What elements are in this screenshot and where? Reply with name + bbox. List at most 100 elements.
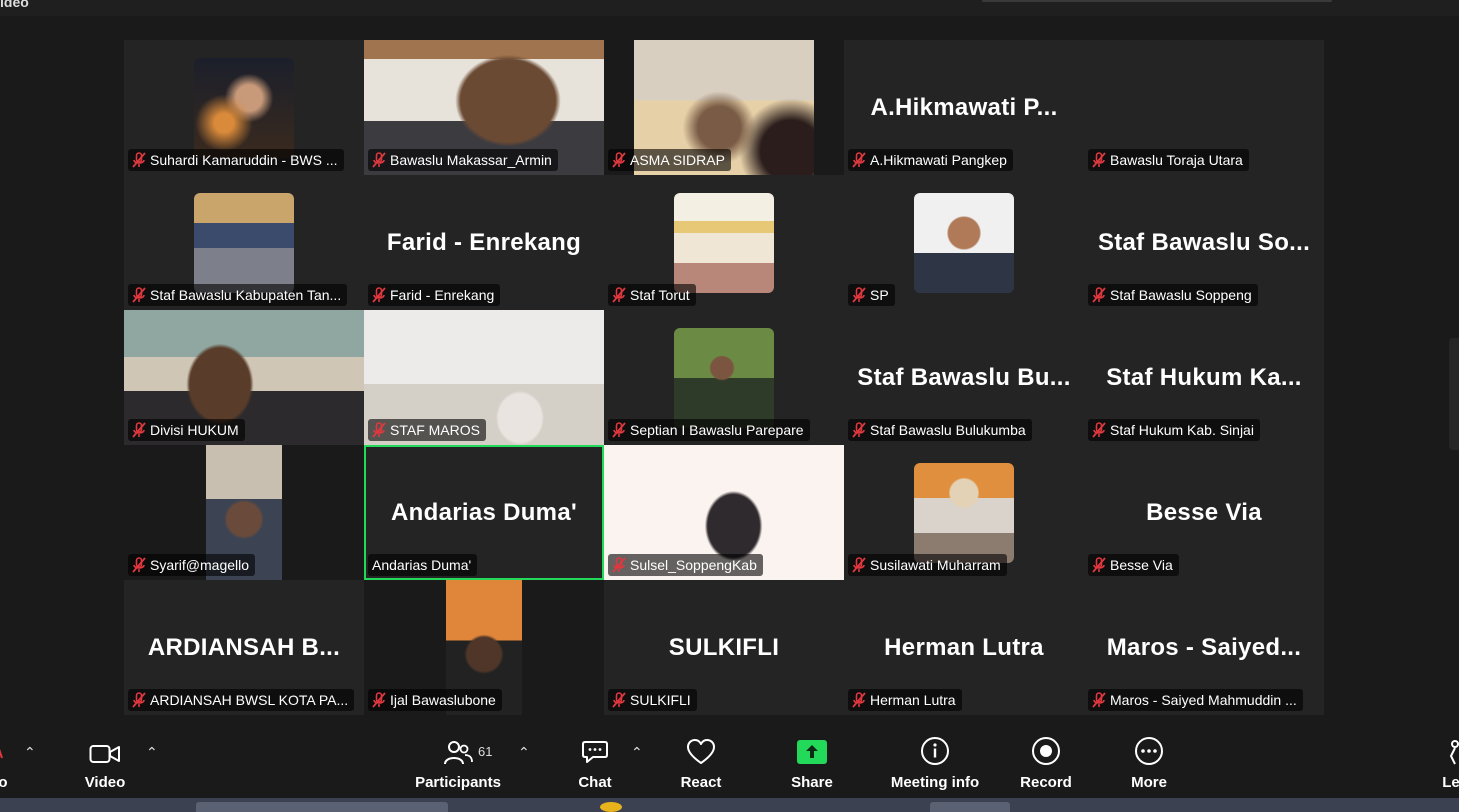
participant-tile[interactable]: Ijal Bawaslubone: [364, 580, 604, 715]
participant-display-name: SULKIFLI: [668, 633, 780, 661]
participants-button[interactable]: Participants: [412, 726, 504, 798]
participant-display-name: Staf Bawaslu Bu...: [857, 363, 1071, 391]
record-button[interactable]: Record: [1018, 726, 1074, 798]
participant-name: SULKIFLI: [630, 692, 691, 708]
video-button[interactable]: Video: [75, 726, 135, 798]
taskbar-app-icon[interactable]: [600, 802, 622, 812]
participants-icon: [444, 741, 473, 765]
participant-display-name: Staf Hukum Ka...: [1106, 363, 1302, 391]
chat-button[interactable]: Chat: [572, 726, 618, 798]
participant-name: Staf Torut: [630, 287, 690, 303]
audio-button[interactable]: o: [0, 726, 18, 798]
participant-tile[interactable]: Staf Hukum Ka... Staf Hukum Kab. Sinjai: [1084, 310, 1324, 445]
participant-nametag: A.Hikmawati Pangkep: [848, 149, 1013, 171]
more-label: More: [1131, 774, 1167, 791]
participant-tile[interactable]: ASMA SIDRAP: [604, 40, 844, 175]
participant-tile[interactable]: Septian I Bawaslu Parepare: [604, 310, 844, 445]
video-label: Video: [84, 774, 126, 791]
participants-options-chevron-icon[interactable]: ⌃: [518, 744, 530, 761]
microphone-muted-icon: [612, 422, 626, 438]
leave-label: Le: [1442, 774, 1459, 791]
participant-name: STAF MAROS: [390, 422, 480, 438]
search-box[interactable]: [982, 0, 1332, 2]
participant-name: Herman Lutra: [870, 692, 956, 708]
more-dots-icon: [1135, 737, 1163, 765]
participant-name: Ijal Bawaslubone: [390, 692, 496, 708]
participant-tile[interactable]: Besse Via Besse Via: [1084, 445, 1324, 580]
taskbar-item[interactable]: [196, 802, 448, 812]
participant-name: ARDIANSAH BWSL KOTA PA...: [150, 692, 349, 708]
participant-display-name: A.Hikmawati P...: [870, 93, 1058, 121]
participants-label: Participants: [415, 774, 501, 791]
participant-nametag: Suhardi Kamaruddin - BWS ...: [128, 149, 344, 171]
participant-tile[interactable]: STAF MAROS: [364, 310, 604, 445]
participant-nametag: Staf Bawaslu Bulukumba: [848, 419, 1032, 441]
participant-name: ASMA SIDRAP: [630, 152, 725, 168]
participant-tile[interactable]: Herman Lutra Herman Lutra: [844, 580, 1084, 715]
leave-button[interactable]: Le: [1436, 726, 1459, 798]
microphone-muted-icon: [372, 692, 386, 708]
audio-options-chevron-icon[interactable]: ⌃: [24, 744, 36, 761]
microphone-muted-icon: [852, 422, 866, 438]
participant-name: Staf Bawaslu Soppeng: [1110, 287, 1252, 303]
participant-tile[interactable]: Syarif@magello: [124, 445, 364, 580]
participant-tile[interactable]: Sulsel_SoppengKab: [604, 445, 844, 580]
share-label: Share: [791, 774, 833, 791]
meeting-info-label: Meeting info: [890, 774, 980, 791]
participant-nametag: Andarias Duma': [368, 554, 478, 576]
participant-tile[interactable]: Staf Bawaslu Kabupaten Tan...: [124, 175, 364, 310]
participant-video: [914, 193, 1014, 293]
microphone-muted-icon: [852, 287, 866, 303]
participant-tile[interactable]: ARDIANSAH B... ARDIANSAH BWSL KOTA PA...: [124, 580, 364, 715]
participant-tile[interactable]: Staf Torut: [604, 175, 844, 310]
participant-tile[interactable]: SULKIFLI SULKIFLI: [604, 580, 844, 715]
microphone-muted-icon: [1092, 287, 1106, 303]
window-titlebar: ideo: [0, 0, 1459, 16]
gallery-grid: Suhardi Kamaruddin - BWS ... Bawaslu Maka…: [124, 40, 1324, 715]
participant-display-name: Maros - Saiyed...: [1106, 633, 1302, 661]
participant-nametag: Divisi HUKUM: [128, 419, 245, 441]
participant-name: A.Hikmawati Pangkep: [870, 152, 1007, 168]
record-icon: [1032, 737, 1060, 765]
participant-nametag: Farid - Enrekang: [368, 284, 501, 306]
participant-nametag: Ijal Bawaslubone: [368, 689, 502, 711]
participant-tile[interactable]: Andarias Duma' Andarias Duma': [364, 445, 604, 580]
chat-options-chevron-icon[interactable]: ⌃: [631, 744, 643, 761]
participant-nametag: Staf Bawaslu Kabupaten Tan...: [128, 284, 348, 306]
participant-nametag: Syarif@magello: [128, 554, 256, 576]
microphone-muted-icon: [372, 422, 386, 438]
microphone-muted-icon: [852, 557, 866, 573]
microphone-muted-icon: [612, 152, 626, 168]
participant-nametag: SULKIFLI: [608, 689, 697, 711]
video-options-chevron-icon[interactable]: ⌃: [146, 744, 158, 761]
participant-video: [194, 193, 294, 293]
participant-video: [674, 328, 774, 428]
participant-tile[interactable]: Bawaslu Toraja Utara: [1084, 40, 1324, 175]
microphone-muted-icon: [612, 287, 626, 303]
record-label: Record: [1020, 774, 1072, 791]
participant-tile[interactable]: Staf Bawaslu So... Staf Bawaslu Soppeng: [1084, 175, 1324, 310]
share-screen-button[interactable]: Share: [788, 726, 836, 798]
participant-nametag: Sulsel_SoppengKab: [608, 554, 763, 576]
participant-tile[interactable]: Bawaslu Makassar_Armin: [364, 40, 604, 175]
participant-tile[interactable]: Divisi HUKUM: [124, 310, 364, 445]
participant-tile[interactable]: Farid - Enrekang Farid - Enrekang: [364, 175, 604, 310]
participant-nametag: Besse Via: [1088, 554, 1179, 576]
participant-tile[interactable]: Maros - Saiyed... Maros - Saiyed Mahmuddi…: [1084, 580, 1324, 715]
react-button[interactable]: React: [676, 726, 726, 798]
meeting-info-button[interactable]: Meeting info: [888, 726, 982, 798]
participant-name: SP: [870, 287, 889, 303]
taskbar-item[interactable]: [930, 802, 1010, 812]
microphone-muted-icon: [1092, 692, 1106, 708]
participant-name: Staf Hukum Kab. Sinjai: [1110, 422, 1254, 438]
participant-tile[interactable]: Staf Bawaslu Bu... Staf Bawaslu Bulukumba: [844, 310, 1084, 445]
participant-tile[interactable]: SP: [844, 175, 1084, 310]
meeting-toolbar: o ⌃ Video ⌃ Participants 61 ⌃ Chat ⌃ Rea…: [0, 726, 1459, 798]
participant-tile[interactable]: Suhardi Kamaruddin - BWS ...: [124, 40, 364, 175]
microphone-muted-icon: [372, 287, 386, 303]
participant-tile[interactable]: A.Hikmawati P... A.Hikmawati Pangkep: [844, 40, 1084, 175]
side-panel-handle[interactable]: [1449, 338, 1459, 450]
participant-tile[interactable]: Susilawati Muharram: [844, 445, 1084, 580]
more-button[interactable]: More: [1124, 726, 1174, 798]
participant-nametag: Maros - Saiyed Mahmuddin ...: [1088, 689, 1303, 711]
